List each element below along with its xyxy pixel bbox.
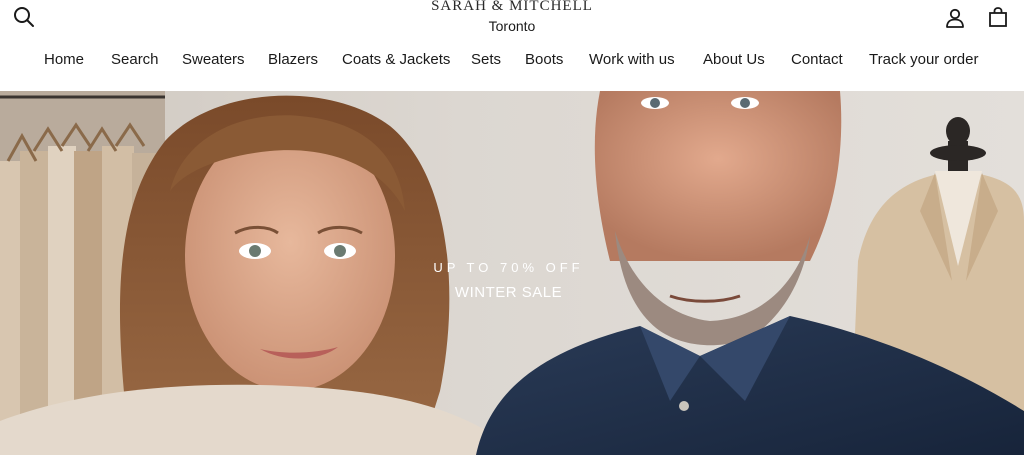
nav-item-contact[interactable]: Contact: [791, 50, 843, 70]
brand-location: Toronto: [488, 18, 536, 34]
nav-item-track-order[interactable]: Track your order: [869, 50, 978, 70]
nav-item-about-us[interactable]: About Us: [703, 50, 765, 70]
shopping-bag-icon: [989, 7, 1007, 27]
site-header: SARAH & MITCHELL Toronto Home Search Swe…: [0, 0, 1024, 91]
nav-item-blazers[interactable]: Blazers: [268, 50, 318, 70]
search-icon: [14, 7, 34, 27]
hero-text: UP TO 70% OFF WINTER SALE: [0, 260, 1017, 302]
brand-name: SARAH & MITCHELL: [431, 0, 593, 14]
nav-item-work-with-us[interactable]: Work with us: [589, 50, 675, 70]
nav-item-search[interactable]: Search: [111, 50, 159, 70]
hero-banner[interactable]: UP TO 70% OFF WINTER SALE: [0, 91, 1024, 455]
main-nav: Home Search Sweaters Blazers Coats & Jac…: [0, 50, 1024, 70]
nav-item-coats-jackets[interactable]: Coats & Jackets: [342, 50, 450, 70]
user-icon: [946, 8, 964, 28]
search-button[interactable]: [12, 5, 36, 29]
nav-item-boots[interactable]: Boots: [525, 50, 563, 70]
cart-button[interactable]: [986, 5, 1010, 29]
nav-item-home[interactable]: Home: [44, 50, 84, 70]
nav-item-sweaters[interactable]: Sweaters: [182, 50, 245, 70]
brand-logo[interactable]: SARAH & MITCHELL Toronto: [400, 0, 624, 34]
hero-headline: WINTER SALE: [454, 284, 563, 301]
account-button[interactable]: [943, 6, 967, 30]
hero-eyebrow: UP TO 70% OFF: [433, 260, 584, 275]
nav-item-sets[interactable]: Sets: [471, 50, 501, 70]
